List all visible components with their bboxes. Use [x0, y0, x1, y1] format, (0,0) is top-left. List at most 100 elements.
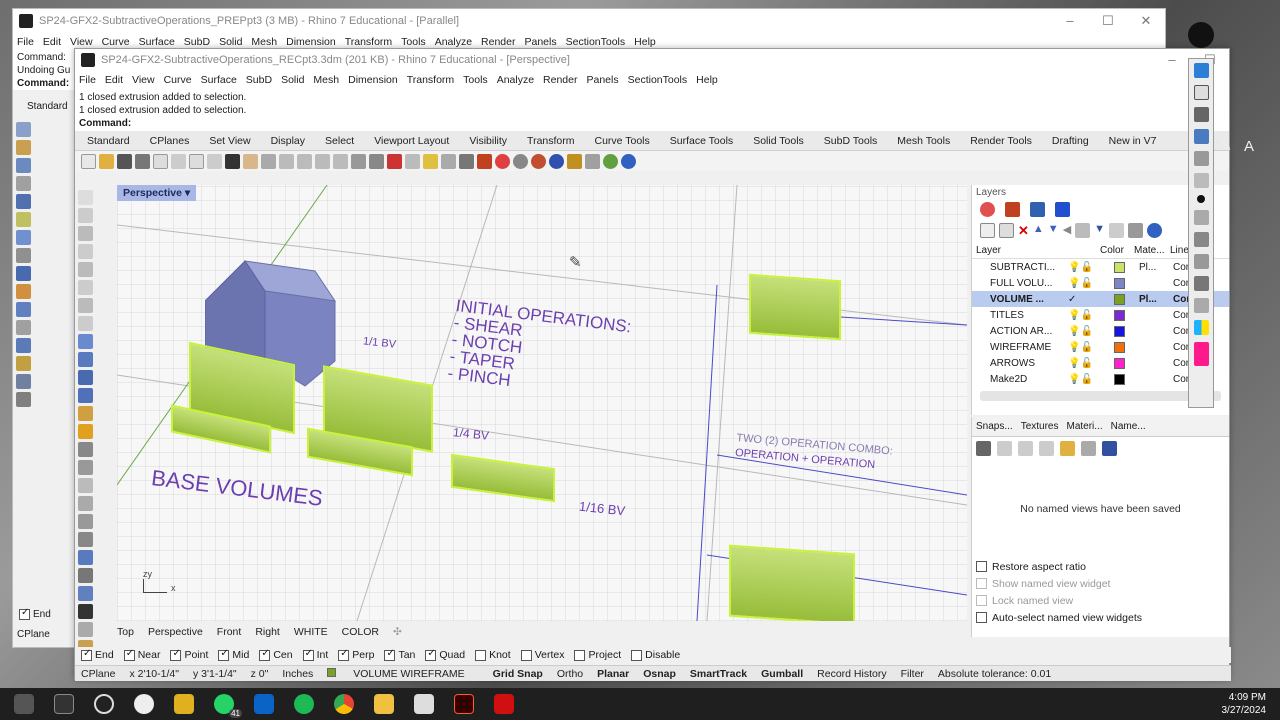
- whatsapp-icon[interactable]: 41: [214, 694, 242, 718]
- rotate-view-icon[interactable]: [261, 153, 276, 169]
- cmd-line[interactable]: Command:: [17, 77, 75, 90]
- outlook-icon[interactable]: [254, 694, 274, 714]
- menu-item[interactable]: Dimension: [286, 36, 336, 48]
- menu-item[interactable]: Dimension: [348, 74, 398, 86]
- pen-icon[interactable]: [1193, 129, 1209, 144]
- eraser-icon[interactable]: [1193, 173, 1209, 188]
- osnap-mid[interactable]: Mid: [218, 648, 249, 661]
- edit-view-icon[interactable]: [997, 441, 1012, 456]
- operation-box[interactable]: [749, 273, 841, 341]
- osnap-quad[interactable]: Quad: [425, 648, 465, 661]
- move-in-icon[interactable]: [1075, 223, 1091, 238]
- save-icon[interactable]: [117, 153, 132, 169]
- col-layer[interactable]: Layer: [976, 245, 1100, 256]
- tab-visibility[interactable]: Visibility: [469, 135, 507, 147]
- refresh-icon[interactable]: [351, 153, 366, 169]
- illustrator-icon[interactable]: [454, 694, 474, 714]
- tool-icon[interactable]: [16, 122, 31, 137]
- trash-icon[interactable]: [1193, 232, 1209, 247]
- tool-icon[interactable]: [16, 302, 31, 317]
- filter-toggle[interactable]: Filter: [901, 668, 924, 680]
- cloud-icon[interactable]: [14, 694, 34, 714]
- back-titlebar[interactable]: SP24-GFX2-SubtractiveOperations_PREPpt3 …: [13, 9, 1165, 33]
- move-up-icon[interactable]: ▲: [1033, 223, 1044, 239]
- layer-color-swatch[interactable]: [1114, 277, 1125, 289]
- tab-textures[interactable]: Textures: [1021, 421, 1059, 432]
- bulb-icon[interactable]: [441, 153, 456, 169]
- camera-icon[interactable]: [1193, 276, 1209, 291]
- tab-color[interactable]: COLOR: [342, 626, 379, 638]
- tool-icon[interactable]: [16, 320, 31, 335]
- tool-icon[interactable]: [16, 248, 31, 263]
- maximize-icon[interactable]: ☐: [1089, 13, 1127, 29]
- tab-viewport-layout[interactable]: Viewport Layout: [374, 135, 449, 147]
- chrome-icon[interactable]: [334, 694, 354, 714]
- menu-item[interactable]: Edit: [43, 36, 61, 48]
- visibility-lock-icon[interactable]: 💡🔓: [1068, 310, 1114, 321]
- undo-icon[interactable]: [225, 153, 240, 169]
- spotify-icon[interactable]: [294, 694, 314, 714]
- visibility-lock-icon[interactable]: 💡🔓: [1068, 358, 1114, 369]
- osnap-tan[interactable]: Tan: [384, 648, 415, 661]
- tab-snapshots[interactable]: Snaps...: [976, 421, 1013, 432]
- move-out-icon[interactable]: ◀: [1063, 223, 1071, 239]
- front-titlebar[interactable]: SP24-GFX2-SubtractiveOperations_RECpt3.3…: [75, 49, 1229, 71]
- rendered-sphere-icon[interactable]: [531, 153, 546, 169]
- visibility-lock-icon[interactable]: 💡🔓: [1068, 374, 1114, 385]
- app-icon[interactable]: [94, 694, 114, 714]
- menu-item[interactable]: View: [70, 36, 93, 48]
- tab-white[interactable]: WHITE: [294, 626, 328, 638]
- osnap-end[interactable]: End: [81, 648, 114, 661]
- tool-icon[interactable]: [16, 392, 31, 407]
- tab-right[interactable]: Right: [255, 626, 280, 638]
- mesh-icon[interactable]: [78, 406, 93, 421]
- restore-view-icon[interactable]: [1081, 441, 1096, 456]
- menu-item[interactable]: SectionTools: [628, 74, 688, 86]
- menu-item[interactable]: Panels: [587, 74, 619, 86]
- tool-icon[interactable]: [16, 230, 31, 245]
- layer-icon[interactable]: [477, 153, 492, 169]
- import-icon[interactable]: [153, 153, 168, 169]
- layer-list-icon[interactable]: [1109, 223, 1125, 238]
- tool-icon[interactable]: [16, 212, 31, 227]
- zoom-icon[interactable]: [279, 153, 294, 169]
- rectangle-icon[interactable]: [78, 280, 93, 295]
- box-icon[interactable]: [78, 370, 93, 385]
- perspective-viewport[interactable]: Perspective ▾ INITIAL OPERATIONS: - SHEA…: [117, 185, 967, 621]
- viewport-label[interactable]: Perspective ▾: [117, 185, 197, 201]
- command-prompt[interactable]: Command:: [79, 117, 1229, 130]
- menu-item[interactable]: View: [132, 74, 155, 86]
- minimize-icon[interactable]: –: [1051, 13, 1089, 29]
- tool-icon[interactable]: [16, 338, 31, 353]
- open-view-icon[interactable]: [1060, 441, 1075, 456]
- smarttrack-toggle[interactable]: SmartTrack: [690, 668, 747, 680]
- acrobat-icon[interactable]: [494, 694, 514, 714]
- open-file-icon[interactable]: [99, 153, 114, 169]
- color-wheel-icon[interactable]: [495, 153, 510, 169]
- zoom-extents-icon[interactable]: [315, 153, 330, 169]
- color-wheel-icon[interactable]: [980, 202, 995, 217]
- extrude-icon[interactable]: [78, 352, 93, 367]
- tab-standard[interactable]: Standard: [87, 135, 130, 147]
- print-icon[interactable]: [135, 153, 150, 169]
- back-end-osnap[interactable]: End: [19, 607, 51, 620]
- menu-item[interactable]: File: [79, 74, 96, 86]
- tab-named-views[interactable]: Name...: [1111, 421, 1146, 432]
- clipboard-icon[interactable]: [1193, 298, 1209, 313]
- hide-icon[interactable]: [1193, 107, 1209, 122]
- new-file-icon[interactable]: [81, 153, 96, 169]
- polyline-icon[interactable]: [78, 226, 93, 241]
- osnap-toggle[interactable]: Osnap: [643, 668, 676, 680]
- visibility-lock-icon[interactable]: 💡🔓: [1068, 262, 1114, 273]
- pan-hand-icon[interactable]: [243, 153, 258, 169]
- osnap-project[interactable]: Project: [574, 649, 621, 661]
- delete-layer-icon[interactable]: ✕: [1018, 223, 1029, 239]
- undo-icon[interactable]: [1193, 210, 1209, 225]
- osnap-near[interactable]: Near: [123, 648, 160, 661]
- pin-app-icon[interactable]: [134, 694, 154, 714]
- menu-item[interactable]: Transform: [345, 36, 392, 48]
- menu-item[interactable]: Analyze: [435, 36, 472, 48]
- menu-item[interactable]: SubD: [184, 36, 210, 48]
- osnap-perp[interactable]: Perp: [338, 648, 374, 661]
- status-cplane[interactable]: CPlane: [81, 668, 115, 680]
